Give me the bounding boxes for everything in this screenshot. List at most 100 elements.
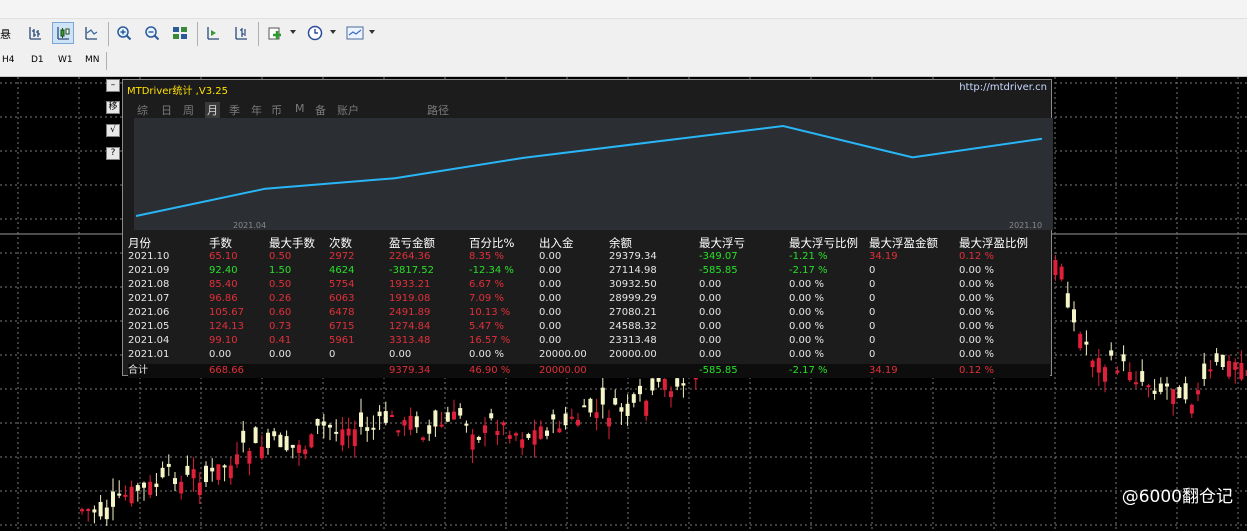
cell-0: 2021.05 [128, 321, 170, 332]
zoom-out-icon[interactable] [141, 22, 163, 44]
candle-body [1072, 309, 1076, 323]
tab-4[interactable]: 季 [229, 102, 240, 118]
candle-body [408, 415, 413, 430]
candle-body [1220, 354, 1225, 368]
timeframe-mn[interactable]: MN [85, 55, 100, 65]
template-icon[interactable] [344, 22, 366, 44]
candle-body [1183, 383, 1188, 400]
candle-body [588, 398, 593, 413]
cell-5: 8.35 % [469, 251, 504, 262]
timeframe-h4[interactable]: H4 [2, 55, 15, 65]
check-button[interactable]: √ [106, 124, 120, 137]
cell-1: 124.13 [209, 321, 244, 332]
table-header: 月份 手数 最大手数 次数 盈亏金额 百分比% 出入金 余额 最大浮亏 最大浮亏比例 最大浮盈金额 最… [128, 236, 1050, 250]
cell-10: 0 [869, 349, 876, 360]
clock-icon[interactable] [304, 22, 326, 44]
candle-body [439, 424, 444, 427]
table-row: 2021.06 105.67 0.60 6478 2491.89 10.13 % 0.00 2… [128, 306, 1050, 320]
cell-0: 2021.01 [128, 349, 170, 360]
template-dropdown-icon[interactable] [369, 30, 375, 34]
candle-body [607, 417, 611, 427]
timeframe-w1[interactable]: W1 [58, 55, 73, 65]
candle-body [216, 464, 221, 480]
timeframe-d1[interactable]: D1 [31, 55, 44, 65]
tab-8[interactable]: 备 [315, 102, 326, 118]
stats-panel: MTDriver统计 ,V3.25 http://mtdriver.cn 综日周… [122, 79, 1053, 378]
chart-shift-icon[interactable] [230, 22, 252, 44]
tab-10[interactable]: 路径 [427, 102, 449, 118]
cell-6: 20000.00 [539, 365, 587, 376]
cell-0: 2021.09 [128, 265, 170, 276]
cell-10: 0 [869, 307, 876, 318]
candle-body [551, 414, 556, 420]
candle-body [253, 427, 258, 444]
candle-body [210, 467, 215, 472]
cell-1: 668.66 [209, 365, 244, 376]
candle-body [1214, 353, 1219, 362]
candle-body [1233, 362, 1238, 370]
tile-windows-icon[interactable] [169, 22, 191, 44]
cell-4: 3313.48 [389, 335, 431, 346]
tab-9[interactable]: 账户 [337, 102, 359, 118]
cell-4: 1933.21 [389, 279, 431, 290]
candle-body [390, 415, 394, 418]
candle-body [1090, 360, 1095, 368]
cell-1: 96.86 [209, 293, 238, 304]
candle-body [538, 426, 543, 439]
candle-body [675, 378, 680, 387]
table-row: 2021.07 96.86 0.26 6063 1919.08 7.09 % 0.00 289… [128, 292, 1050, 306]
zoom-in-icon[interactable] [113, 22, 135, 44]
cell-9: -2.17 % [789, 365, 828, 376]
period-dropdown-icon[interactable] [330, 30, 336, 34]
cell-3: 0 [329, 349, 336, 360]
cell-10: 0 [869, 335, 876, 346]
cell-6: 0.00 [539, 279, 562, 290]
candle-body [166, 463, 171, 467]
help-button[interactable]: ? [106, 147, 120, 160]
bar-chart-icon[interactable] [24, 22, 46, 44]
line-chart-icon[interactable] [80, 22, 102, 44]
candle-body [619, 407, 624, 412]
cell-11: 0.12 % [959, 251, 994, 262]
tab-2[interactable]: 周 [183, 102, 194, 118]
candle-body [582, 405, 587, 408]
minimize-button[interactable]: – [106, 79, 120, 92]
cell-2: 0.73 [269, 321, 292, 332]
toolbar-left-label: 悬 [0, 28, 11, 41]
cell-1: 99.10 [209, 335, 238, 346]
candle-body [197, 482, 202, 496]
cell-0: 2021.06 [128, 307, 170, 318]
candle-body [1239, 363, 1244, 380]
cell-4: -3817.52 [389, 265, 434, 276]
add-indicator-icon[interactable] [264, 22, 286, 44]
cell-4: 0.00 [389, 349, 412, 360]
candle-body [681, 383, 686, 386]
cell-9: 0.00 % [789, 349, 824, 360]
tab-0[interactable]: 综 [137, 102, 148, 118]
auto-scroll-icon[interactable] [202, 22, 224, 44]
candle-body [402, 420, 407, 426]
tab-1[interactable]: 日 [161, 102, 172, 118]
tab-6[interactable]: 币 [271, 102, 282, 118]
move-button[interactable]: 移 [106, 101, 120, 114]
candle-body [557, 428, 562, 433]
cell-5: -12.34 % [469, 265, 514, 276]
cell-7: 余额 [609, 236, 632, 250]
indicator-dropdown-icon[interactable] [290, 30, 296, 34]
candle-body [1202, 363, 1207, 379]
candle-body [334, 431, 339, 434]
cell-3: 次数 [329, 236, 352, 250]
cell-7: 24588.32 [609, 321, 657, 332]
candle-body [129, 486, 134, 504]
tab-7[interactable]: M [295, 102, 305, 115]
candle-body [247, 451, 252, 464]
tab-3[interactable]: 月 [205, 102, 220, 118]
candlestick-icon[interactable] [52, 22, 74, 44]
panel-url-link[interactable]: http://mtdriver.cn [959, 82, 1047, 93]
tab-5[interactable]: 年 [251, 102, 262, 118]
cell-5: 0.00 % [469, 349, 504, 360]
cell-11: 0.12 % [959, 365, 994, 376]
cell-5: 46.90 % [469, 365, 511, 376]
candle-body [576, 419, 580, 426]
candle-body [427, 425, 432, 434]
